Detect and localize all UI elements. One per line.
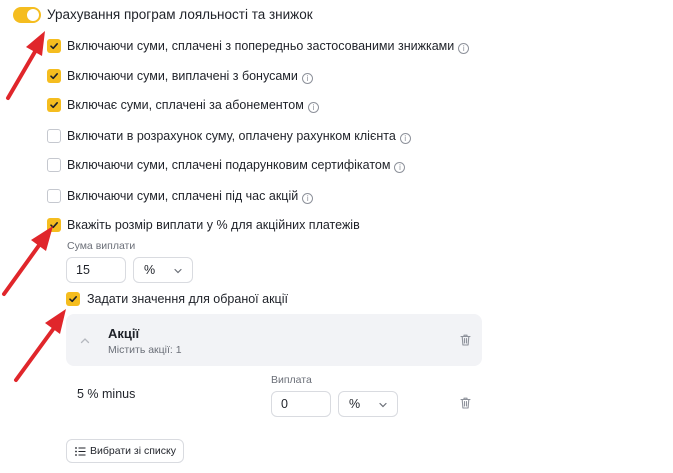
arrow-icon xyxy=(14,309,66,382)
arrow-icon xyxy=(6,31,45,100)
annotation-arrows xyxy=(2,31,66,382)
arrow-icon xyxy=(2,226,53,296)
